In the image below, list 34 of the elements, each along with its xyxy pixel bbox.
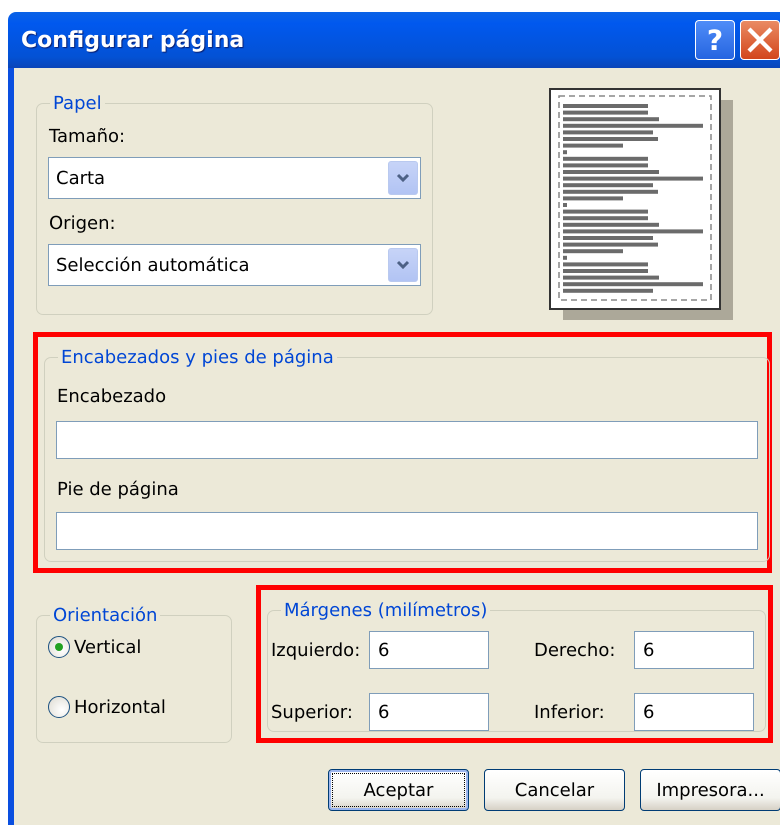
number-field[interactable]: 6	[369, 693, 489, 731]
dialog-button[interactable]: Cancelar	[484, 769, 625, 811]
radio-label[interactable]: Vertical	[74, 636, 142, 658]
chevron-down-icon	[396, 173, 410, 183]
group-label: Papel	[52, 93, 103, 114]
close-button[interactable]	[740, 20, 780, 60]
help-button[interactable]: ?	[695, 20, 735, 60]
field-label: Superior:	[271, 702, 354, 722]
number-field[interactable]: 6	[369, 631, 489, 669]
dropdown-field[interactable]: Carta	[48, 157, 421, 199]
field-label: Pie de página	[57, 479, 180, 500]
group-label: Encabezados y pies de página	[60, 347, 335, 368]
group-label: Orientación	[52, 605, 158, 626]
field-label: Derecho:	[534, 640, 616, 660]
field-label: Izquierdo:	[271, 640, 362, 660]
dialog-button[interactable]: Impresora...	[640, 769, 780, 811]
dropdown-button[interactable]	[388, 161, 418, 195]
window-title: Configurar página	[21, 28, 246, 52]
number-field[interactable]: 6	[634, 693, 754, 731]
footer-field[interactable]	[56, 512, 758, 550]
field-label: Inferior:	[534, 702, 606, 722]
radio-button[interactable]	[48, 696, 70, 718]
dropdown-button[interactable]	[388, 248, 418, 282]
dropdown-field[interactable]: Selección automática	[48, 244, 421, 286]
dialog-button[interactable]: Aceptar	[328, 769, 469, 811]
header-field[interactable]	[56, 421, 758, 459]
field-label: Encabezado	[57, 386, 168, 407]
field-label: Origen:	[49, 213, 117, 234]
group-label: Márgenes (milímetros)	[283, 600, 488, 621]
chevron-down-icon	[396, 260, 410, 270]
radio-label[interactable]: Horizontal	[74, 696, 166, 718]
field-label: Tamaño:	[49, 126, 126, 147]
number-field[interactable]: 6	[634, 631, 754, 669]
radio-button[interactable]	[48, 636, 70, 658]
